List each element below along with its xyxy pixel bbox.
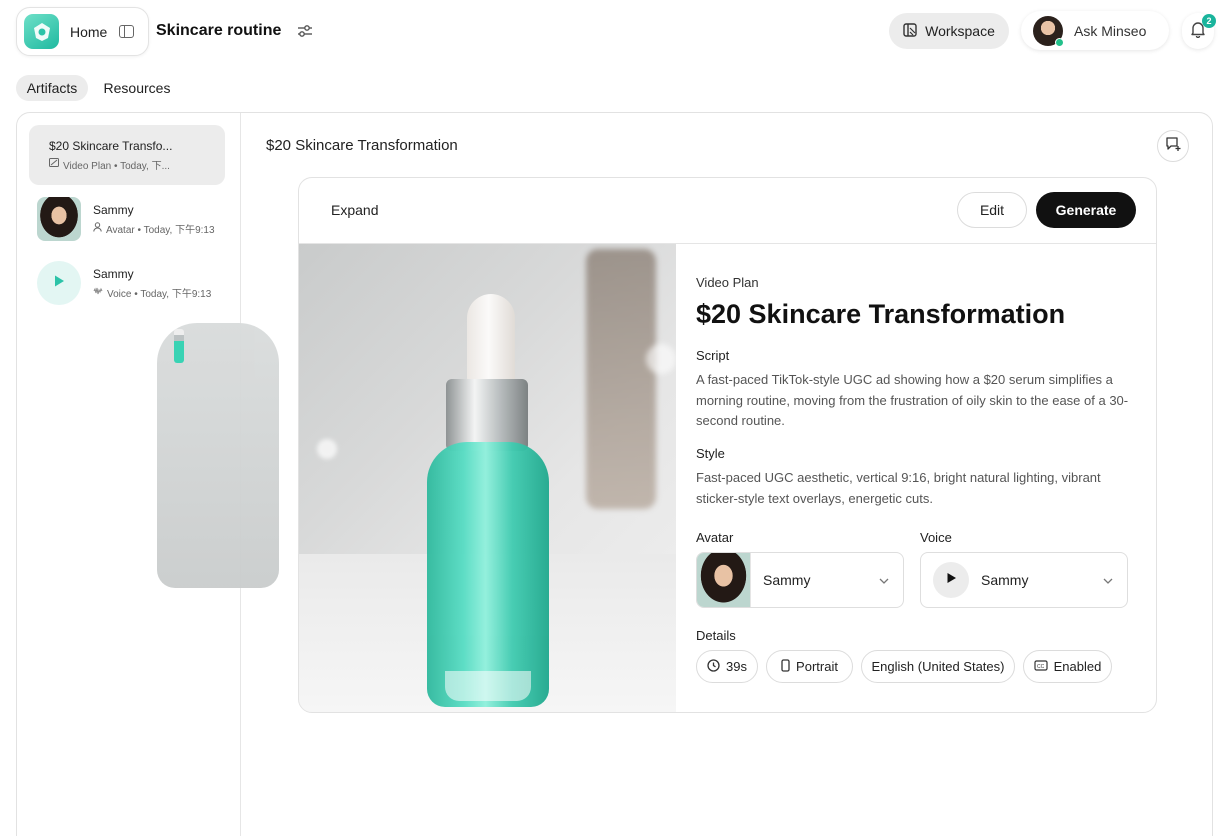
avatar-thumbnail (697, 553, 751, 607)
avatar-select-value: Sammy (763, 572, 811, 588)
home-label: Home (70, 23, 108, 40)
chevron-down-icon (879, 571, 889, 589)
plan-type-label: Video Plan (696, 275, 759, 290)
play-icon (52, 274, 66, 293)
app-logo (24, 14, 59, 49)
script-label: Script (696, 348, 730, 363)
avatar-thumbnail (37, 197, 81, 241)
details-label: Details (696, 628, 736, 643)
tab-artifacts[interactable]: Artifacts (16, 75, 88, 101)
video-plan-icon (49, 158, 59, 170)
person-icon (93, 221, 102, 235)
voice-select[interactable]: Sammy (920, 552, 1128, 608)
style-text: Fast-paced UGC aesthetic, vertical 9:16,… (696, 470, 1101, 506)
voice-select-value: Sammy (981, 572, 1029, 588)
list-item-meta: Voice • Today, 下午9:13 (107, 288, 212, 300)
language-chip[interactable]: English (United States) (861, 650, 1015, 683)
waveform-icon (93, 287, 103, 298)
home-button[interactable]: Home (16, 7, 149, 56)
expand-button[interactable]: Expand (331, 202, 378, 218)
list-item-avatar[interactable]: Sammy Avatar • Today, 下午9:13 (29, 189, 225, 249)
workspace-icon (903, 22, 917, 40)
artifact-thumbnail (157, 323, 279, 588)
sliders-icon[interactable] (297, 24, 313, 43)
chevron-down-icon (1103, 571, 1113, 589)
style-label: Style (696, 446, 725, 461)
generate-button[interactable]: Generate (1036, 192, 1136, 228)
workspace-label: Workspace (925, 23, 995, 39)
voice-thumbnail (37, 261, 81, 305)
clock-icon (707, 658, 720, 675)
voice-preview-button[interactable] (933, 562, 969, 598)
tab-resources[interactable]: Resources (96, 75, 178, 101)
project-title: Skincare routine (156, 22, 282, 39)
list-item-title: Sammy (93, 202, 134, 217)
artifact-list: $20 Skincare Transfo... Video Plan • Tod… (17, 113, 279, 836)
play-icon (945, 571, 957, 589)
content-title: $20 Skincare Transformation (266, 137, 458, 154)
workspace-button[interactable]: Workspace (889, 13, 1009, 49)
chip-label: Portrait (796, 659, 838, 674)
voice-label: Voice (920, 530, 952, 545)
avatar (1033, 15, 1064, 47)
phone-portrait-icon (781, 658, 790, 675)
orientation-chip[interactable]: Portrait (766, 650, 853, 683)
ask-minseo-button[interactable]: Ask Minseo (1021, 11, 1169, 50)
list-item-voice[interactable]: Sammy Voice • Today, 下午9:13 (29, 253, 225, 313)
add-comment-button[interactable] (1157, 130, 1189, 162)
list-item-title: Sammy (93, 266, 134, 281)
list-item-meta: Avatar • Today, 下午9:13 (106, 224, 215, 236)
captions-icon: CC (1034, 659, 1048, 674)
captions-chip[interactable]: CC Enabled (1023, 650, 1112, 683)
chip-label: 39s (726, 659, 747, 674)
main-panel: $20 Skincare Transfo... Video Plan • Tod… (16, 112, 1213, 836)
ask-label: Ask Minseo (1074, 22, 1147, 39)
chip-label: Enabled (1053, 659, 1102, 674)
chip-label: English (United States) (871, 659, 1005, 674)
add-comment-icon (1165, 136, 1181, 157)
avatar-select[interactable]: Sammy (696, 552, 904, 608)
list-item-video-plan[interactable]: $20 Skincare Transfo... Video Plan • Tod… (29, 125, 279, 588)
card-header: Expand Edit Generate (299, 178, 1156, 244)
svg-text:CC: CC (1037, 664, 1045, 670)
list-item-title: $20 Skincare Transfo... (49, 138, 173, 153)
online-status-dot (1055, 37, 1064, 47)
duration-chip[interactable]: 39s (696, 650, 758, 683)
script-text: A fast-paced TikTok-style UGC ad showing… (696, 372, 1129, 428)
sidebar-toggle-icon[interactable] (119, 25, 135, 38)
avatar-label: Avatar (696, 530, 734, 545)
list-item-meta: Video Plan • Today, 下... (63, 160, 170, 172)
plan-title: $20 Skincare Transformation (696, 299, 1066, 329)
notification-badge: 2 (1202, 14, 1216, 28)
video-plan-card: Expand Edit Generate Video Plan $20 Skin… (298, 177, 1157, 713)
product-image (299, 244, 676, 712)
edit-button[interactable]: Edit (957, 192, 1027, 228)
